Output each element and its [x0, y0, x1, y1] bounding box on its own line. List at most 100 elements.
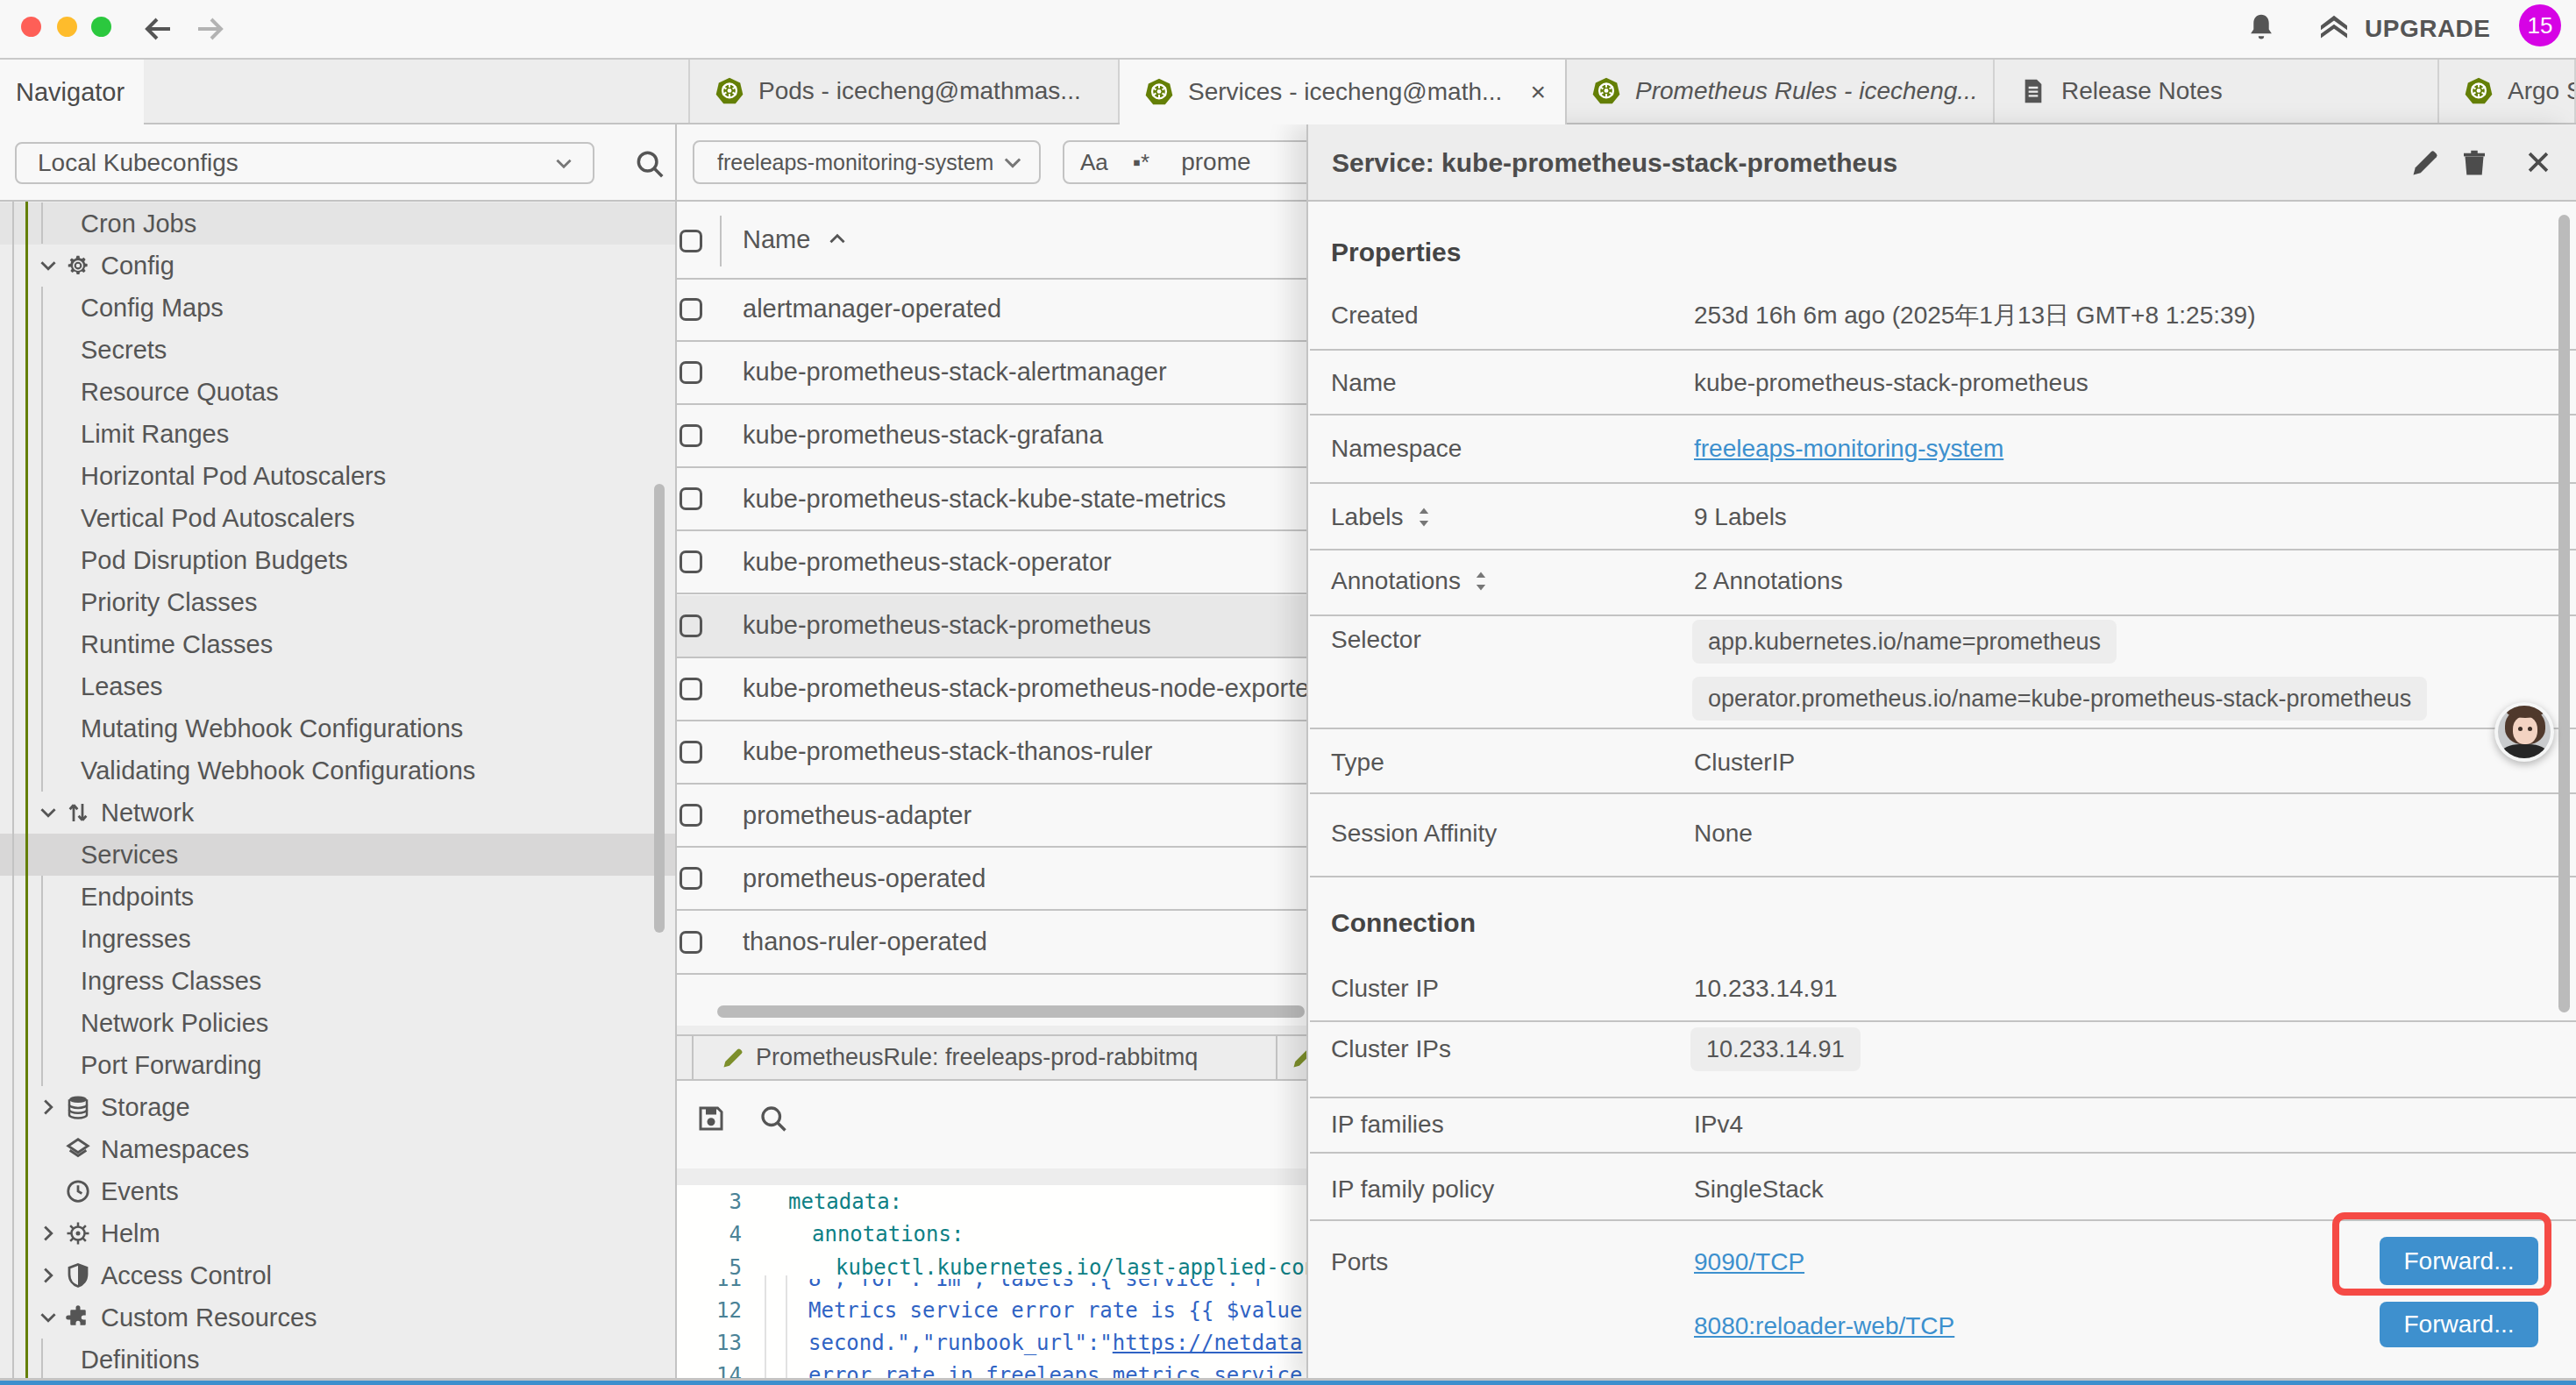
sidebar-item-custom-resources[interactable]: Custom Resources [0, 1296, 675, 1339]
sidebar-item-services[interactable]: Services [0, 834, 675, 876]
row-checkbox[interactable] [680, 678, 702, 700]
row-checkbox[interactable] [680, 614, 702, 637]
chevron-right-icon[interactable] [37, 1222, 60, 1245]
sidebar-item-namespaces[interactable]: Namespaces [0, 1128, 675, 1170]
sidebar-item-definitions[interactable]: Definitions [0, 1339, 675, 1378]
sidebar-item-storage[interactable]: Storage [0, 1086, 675, 1128]
close-tab-icon[interactable]: × [1530, 77, 1546, 107]
tab-pods[interactable]: Pods - icecheng@mathmas... [688, 60, 1120, 123]
sidebar-scrollbar[interactable] [654, 484, 665, 933]
table-row[interactable]: prometheus-operated [677, 848, 1306, 911]
sidebar-item-limit-ranges[interactable]: Limit Ranges [0, 413, 675, 455]
edit-pencil-icon[interactable] [2409, 147, 2441, 179]
sort-updown-icon[interactable] [1414, 506, 1434, 529]
row-checkbox[interactable] [680, 424, 702, 447]
port-link[interactable]: 8080:reloader-web/TCP [1694, 1305, 1954, 1347]
table-horizontal-scrollbar[interactable] [717, 1005, 1305, 1018]
chevron-right-icon[interactable] [37, 1096, 60, 1119]
notification-badge[interactable]: 15 [2519, 4, 2561, 46]
sidebar-item-validating-webhook-configurations[interactable]: Validating Webhook Configurations [0, 749, 675, 792]
table-row[interactable]: kube-prometheus-stack-prometheus [677, 595, 1306, 658]
row-checkbox[interactable] [680, 361, 702, 384]
sidebar-item-pod-disruption-budgets[interactable]: Pod Disruption Budgets [0, 539, 675, 581]
table-row[interactable]: alertmanager-operated [677, 279, 1306, 342]
editor-search-icon[interactable] [758, 1103, 789, 1134]
minimize-window-button[interactable] [57, 17, 77, 37]
navigator-title: Navigator [16, 78, 125, 107]
row-checkbox[interactable] [680, 931, 702, 954]
sidebar-item-resource-quotas[interactable]: Resource Quotas [0, 371, 675, 413]
row-checkbox[interactable] [680, 867, 702, 890]
drawer-scrollbar[interactable] [2558, 215, 2570, 1012]
namespace-value[interactable]: freeleaps-monitoring-system [1694, 428, 2003, 470]
row-checkbox[interactable] [680, 741, 702, 764]
dock-tab-prometheusrule[interactable]: PrometheusRule: freeleaps-prod-rabbitmq [756, 1036, 1198, 1079]
sort-updown-icon[interactable] [1471, 570, 1491, 593]
sidebar-item-config[interactable]: Config [0, 245, 675, 287]
tree-guide-network [41, 876, 43, 1086]
port-link[interactable]: 9090/TCP [1694, 1241, 1804, 1283]
avatar[interactable] [2494, 702, 2554, 762]
match-case-toggle[interactable]: Aa [1080, 149, 1108, 176]
regex-toggle[interactable]: ▪* [1133, 149, 1149, 176]
sidebar-item-network-policies[interactable]: Network Policies [0, 1002, 675, 1044]
sidebar-item-port-forwarding[interactable]: Port Forwarding [0, 1044, 675, 1086]
search-box[interactable]: Aa ▪* prome [1063, 140, 1306, 184]
row-checkbox[interactable] [680, 804, 702, 827]
sidebar-item-config-maps[interactable]: Config Maps [0, 287, 675, 329]
close-drawer-icon[interactable] [2523, 147, 2553, 177]
upgrade-chevrons-icon[interactable] [2316, 10, 2352, 45]
chevron-down-icon[interactable] [37, 254, 60, 277]
close-window-button[interactable] [21, 17, 41, 37]
sidebar-item-label: Ingresses [81, 925, 191, 954]
table-row[interactable]: kube-prometheus-stack-thanos-ruler [677, 721, 1306, 785]
sidebar-item-mutating-webhook-configurations[interactable]: Mutating Webhook Configurations [0, 707, 675, 749]
sidebar-item-secrets[interactable]: Secrets [0, 329, 675, 371]
table-row[interactable]: kube-prometheus-stack-grafana [677, 405, 1306, 468]
table-row[interactable]: kube-prometheus-stack-operator [677, 531, 1306, 594]
table-row[interactable]: kube-prometheus-stack-prometheus-node-ex… [677, 658, 1306, 721]
sidebar-item-vertical-pod-autoscalers[interactable]: Vertical Pod Autoscalers [0, 497, 675, 539]
kubeconfig-select[interactable]: Local Kubeconfigs [15, 142, 594, 184]
table-row[interactable]: thanos-ruler-operated [677, 912, 1306, 975]
yaml-editor[interactable]: 3 metadata:4 annotations:5 kubectl.kuber… [677, 1185, 1306, 1385]
sidebar-item-events[interactable]: Events [0, 1170, 675, 1212]
search-input[interactable]: prome [1181, 148, 1250, 176]
row-checkbox[interactable] [680, 550, 702, 573]
select-all-checkbox[interactable] [680, 230, 702, 252]
tab-argo[interactable]: Argo Se [2439, 60, 2576, 123]
tab-release[interactable]: Release Notes [1995, 60, 2439, 123]
table-row[interactable]: kube-prometheus-stack-kube-state-metrics [677, 468, 1306, 531]
sidebar-item-leases[interactable]: Leases [0, 665, 675, 707]
save-icon[interactable] [695, 1103, 727, 1134]
row-checkbox[interactable] [680, 487, 702, 510]
forward-arrow-icon[interactable] [195, 13, 224, 45]
sidebar-item-ingress-classes[interactable]: Ingress Classes [0, 960, 675, 1002]
table-row[interactable]: kube-prometheus-stack-alertmanager [677, 342, 1306, 405]
sidebar-item-endpoints[interactable]: Endpoints [0, 876, 675, 918]
upgrade-label[interactable]: UPGRADE [2365, 0, 2491, 58]
maximize-window-button[interactable] [91, 17, 111, 37]
notifications-bell-icon[interactable] [2245, 10, 2278, 45]
table-row[interactable]: prometheus-adapter [677, 785, 1306, 848]
namespace-select[interactable]: freeleaps-monitoring-system [693, 140, 1041, 184]
sidebar-item-network[interactable]: Network [0, 792, 675, 834]
back-arrow-icon[interactable] [144, 13, 174, 45]
chevron-right-icon[interactable] [37, 1264, 60, 1287]
sidebar-item-priority-classes[interactable]: Priority Classes [0, 581, 675, 623]
sidebar-item-cron-jobs[interactable]: Cron Jobs [0, 202, 675, 245]
tab-prometheus[interactable]: Prometheus Rules - icecheng... [1567, 60, 1995, 123]
chevron-down-icon[interactable] [37, 1306, 60, 1329]
sidebar-item-runtime-classes[interactable]: Runtime Classes [0, 623, 675, 665]
chevron-down-icon[interactable] [37, 801, 60, 824]
sidebar-item-access-control[interactable]: Access Control [0, 1254, 675, 1296]
row-checkbox[interactable] [680, 298, 702, 321]
forward-button[interactable]: Forward... [2380, 1302, 2538, 1347]
name-column-header[interactable]: Name [743, 202, 810, 278]
tab-services[interactable]: Services - icecheng@math...× [1120, 60, 1567, 124]
sidebar-item-ingresses[interactable]: Ingresses [0, 918, 675, 960]
sidebar-search-icon[interactable] [633, 147, 666, 181]
sidebar-item-helm[interactable]: Helm [0, 1212, 675, 1254]
sidebar-item-horizontal-pod-autoscalers[interactable]: Horizontal Pod Autoscalers [0, 455, 675, 497]
delete-trash-icon[interactable] [2459, 147, 2490, 179]
